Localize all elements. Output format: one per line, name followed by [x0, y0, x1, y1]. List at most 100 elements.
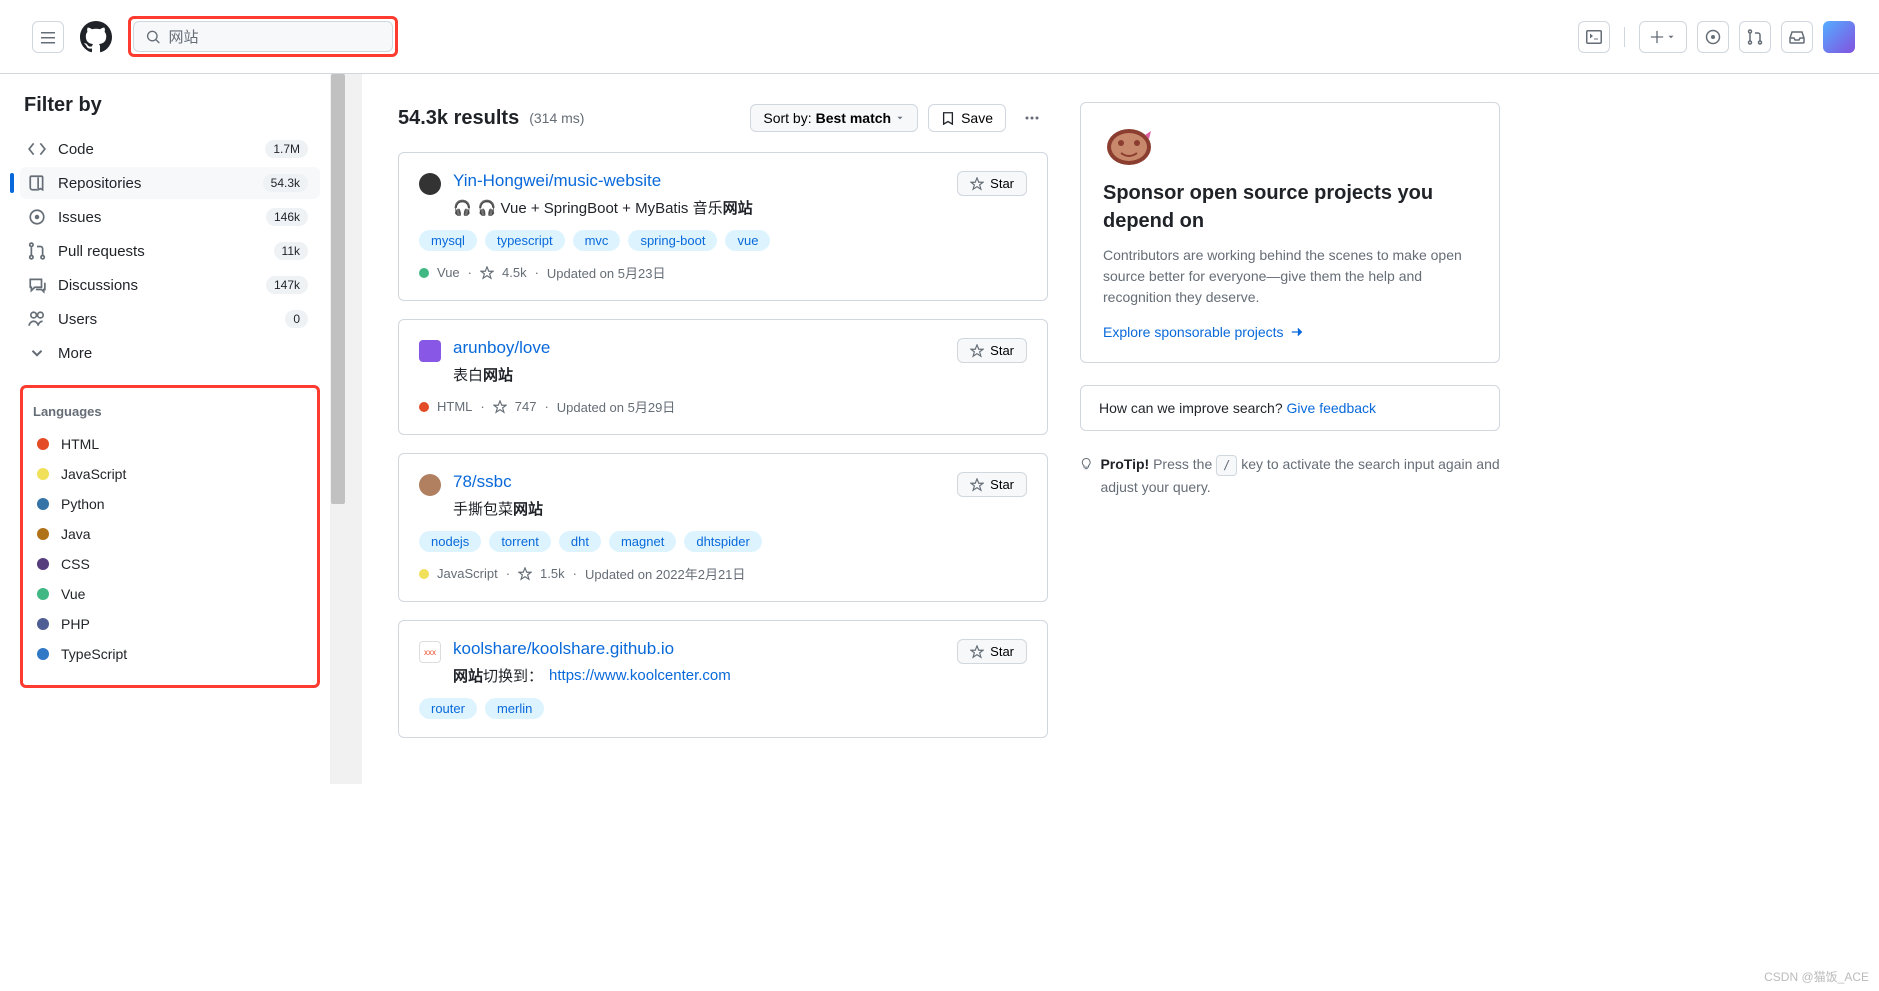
lightbulb-icon	[1080, 456, 1092, 472]
filter-item-code[interactable]: Code 1.7M	[20, 133, 320, 165]
language-dot-icon	[37, 618, 49, 630]
watermark: CSDN @猫饭_ACE	[1764, 968, 1869, 985]
star-button[interactable]: Star	[957, 171, 1027, 196]
topic-tag[interactable]: torrent	[489, 531, 551, 552]
star-button[interactable]: Star	[957, 639, 1027, 664]
pull-requests-button[interactable]	[1739, 21, 1771, 53]
create-button[interactable]	[1639, 21, 1687, 53]
language-filter-javascript[interactable]: JavaScript	[33, 459, 307, 489]
sponsor-card: Sponsor open source projects you depend …	[1080, 102, 1500, 363]
command-palette-button[interactable]	[1578, 21, 1610, 53]
issues-button[interactable]	[1697, 21, 1729, 53]
filter-label: Issues	[58, 209, 254, 226]
star-button[interactable]: Star	[957, 472, 1027, 497]
filter-item-users[interactable]: Users 0	[20, 303, 320, 335]
give-feedback-link[interactable]: Give feedback	[1287, 400, 1377, 416]
repo-meta: JavaScript· 1.5k· Updated on 2022年2月21日	[419, 564, 1027, 583]
filter-count: 0	[285, 310, 308, 328]
chevron-icon	[28, 344, 46, 362]
repo-language: Vue	[437, 265, 460, 280]
language-filter-html[interactable]: HTML	[33, 429, 307, 459]
repo-description: 网站切换到：https://www.koolcenter.com	[453, 665, 945, 686]
menu-button[interactable]	[32, 21, 64, 53]
repo-stars: 4.5k	[502, 265, 527, 280]
feedback-card: How can we improve search? Give feedback	[1080, 385, 1500, 431]
caret-down-icon	[1666, 32, 1676, 42]
language-dot-icon	[37, 498, 49, 510]
languages-filter-box: Languages HTMLJavaScriptPythonJavaCSSVue…	[20, 385, 320, 688]
star-icon	[970, 344, 984, 358]
filter-item-pull-requests[interactable]: Pull requests 11k	[20, 235, 320, 267]
topic-tag[interactable]: mvc	[573, 230, 621, 251]
language-name: Java	[61, 526, 91, 542]
language-filter-vue[interactable]: Vue	[33, 579, 307, 609]
repo-meta: HTML· 747· Updated on 5月29日	[419, 397, 1027, 416]
repo-link[interactable]: koolshare/koolshare.github.io	[453, 639, 674, 658]
filter-count: 11k	[274, 242, 308, 260]
language-filter-css[interactable]: CSS	[33, 549, 307, 579]
repo-desc-link[interactable]: https://www.koolcenter.com	[549, 667, 731, 684]
filter-item-issues[interactable]: Issues 146k	[20, 201, 320, 233]
sort-button[interactable]: Sort by: Best match	[750, 104, 918, 132]
terminal-icon	[1586, 29, 1602, 45]
repo-link[interactable]: Yin-Hongwei/music-website	[453, 171, 661, 190]
topic-tag[interactable]: router	[419, 698, 477, 719]
hamburger-icon	[40, 29, 56, 45]
repo-avatar: xxx	[419, 641, 441, 663]
headphone-icon: 🎧	[453, 199, 472, 217]
results-count: 54.3k results	[398, 107, 519, 130]
language-name: Python	[61, 496, 105, 512]
star-button[interactable]: Star	[957, 338, 1027, 363]
pr-icon	[28, 242, 46, 260]
repo-updated: Updated on 5月23日	[547, 263, 666, 282]
explore-sponsors-link[interactable]: Explore sponsorable projects	[1103, 324, 1477, 340]
repo-link[interactable]: 78/ssbc	[453, 472, 512, 491]
caret-down-icon	[895, 113, 905, 123]
repo-link[interactable]: arunboy/love	[453, 338, 550, 357]
filter-count: 147k	[266, 276, 308, 294]
repo-card: xxx koolshare/koolshare.github.io 网站切换到：…	[398, 620, 1048, 738]
language-dot-icon	[37, 438, 49, 450]
filter-item-discussions[interactable]: Discussions 147k	[20, 269, 320, 301]
language-filter-php[interactable]: PHP	[33, 609, 307, 639]
scrollbar[interactable]	[346, 74, 362, 784]
topic-tag[interactable]: typescript	[485, 230, 565, 251]
user-avatar[interactable]	[1823, 21, 1855, 53]
scrollbar[interactable]	[330, 74, 346, 784]
repo-language: HTML	[437, 399, 472, 414]
language-filter-python[interactable]: Python	[33, 489, 307, 519]
filter-label: Discussions	[58, 277, 254, 294]
filter-sidebar: Filter by Code 1.7M Repositories 54.3k I…	[0, 74, 330, 784]
filter-item-repositories[interactable]: Repositories 54.3k	[20, 167, 320, 199]
save-search-button[interactable]: Save	[928, 104, 1006, 132]
repo-description: 手撕包菜网站	[453, 498, 945, 519]
topic-tag[interactable]: nodejs	[419, 531, 481, 552]
filter-label: Code	[58, 141, 253, 158]
github-logo-icon[interactable]	[80, 21, 112, 53]
issue-icon	[28, 208, 46, 226]
kebab-icon	[1024, 110, 1040, 126]
language-filter-typescript[interactable]: TypeScript	[33, 639, 307, 669]
filter-item-more[interactable]: More	[20, 337, 320, 369]
language-filter-java[interactable]: Java	[33, 519, 307, 549]
sponsor-title: Sponsor open source projects you depend …	[1103, 179, 1477, 235]
topic-tag[interactable]: spring-boot	[628, 230, 717, 251]
language-dot-icon	[37, 648, 49, 660]
search-input[interactable]	[168, 28, 380, 45]
topic-tag[interactable]: magnet	[609, 531, 676, 552]
repo-card: arunboy/love 表白网站 Star HTML· 747· Update…	[398, 319, 1048, 435]
more-options-button[interactable]	[1016, 102, 1048, 134]
topic-tag[interactable]: dhtspider	[684, 531, 761, 552]
topic-tag[interactable]: mysql	[419, 230, 477, 251]
topic-tag[interactable]: vue	[725, 230, 770, 251]
topic-tag[interactable]: dht	[559, 531, 601, 552]
repo-card: Yin-Hongwei/music-website 🎧🎧 Vue + Sprin…	[398, 152, 1048, 301]
protip: ProTip! Press the / key to activate the …	[1080, 453, 1500, 499]
language-dot-icon	[419, 268, 429, 278]
inbox-button[interactable]	[1781, 21, 1813, 53]
topic-tag[interactable]: merlin	[485, 698, 544, 719]
search-box[interactable]	[133, 21, 393, 52]
app-header	[0, 0, 1879, 74]
language-dot-icon	[419, 569, 429, 579]
repo-icon	[28, 174, 46, 192]
